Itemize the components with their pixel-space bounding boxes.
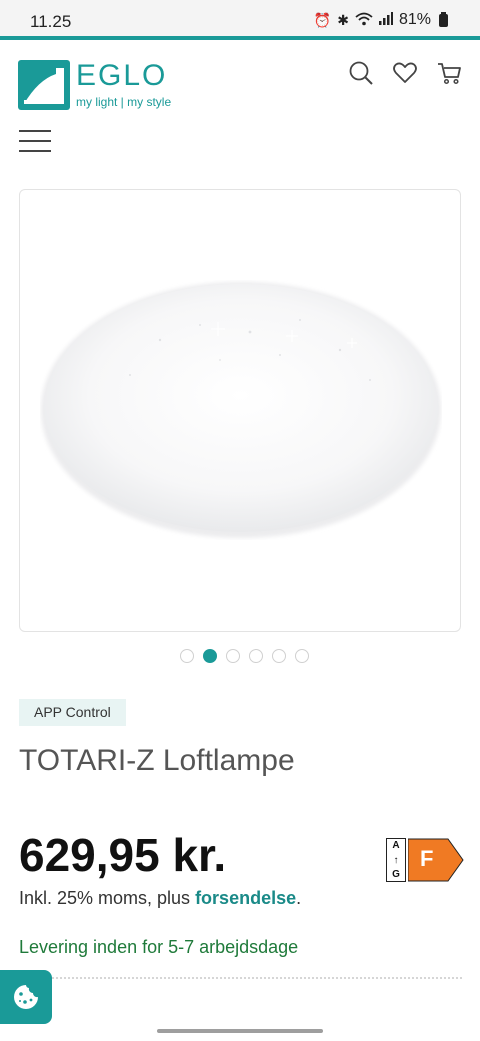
search-icon[interactable] xyxy=(348,60,374,86)
product-price: 629,95 kr. xyxy=(19,829,227,881)
carousel-dot[interactable] xyxy=(226,649,240,663)
energy-class-arrow-icon xyxy=(408,838,464,882)
delivery-info: Levering inden for 5-7 arbejdsdage xyxy=(19,937,299,957)
battery-percent: 81% xyxy=(398,11,431,28)
product-gallery[interactable] xyxy=(19,189,461,632)
home-indicator[interactable] xyxy=(157,1029,323,1033)
bluetooth-icon: ✱ xyxy=(337,11,349,28)
cookie-settings-button[interactable] xyxy=(0,970,52,1024)
status-icons: ⏰ ✱ 81% xyxy=(314,11,448,29)
logo-mark-icon xyxy=(18,60,70,110)
tax-info: Inkl. 25% moms, plus forsendelse. xyxy=(19,888,301,909)
signal-icon xyxy=(378,12,393,28)
carousel-dot[interactable] xyxy=(203,649,217,663)
carousel-dot[interactable] xyxy=(249,649,263,663)
logo-word: EGLO xyxy=(76,59,168,92)
energy-class: F xyxy=(420,846,434,871)
carousel-dots xyxy=(180,649,309,663)
heart-icon[interactable] xyxy=(392,60,418,86)
logo[interactable]: EGLO my light | my style xyxy=(18,60,171,110)
energy-scale-top: A xyxy=(392,840,400,851)
shipping-link[interactable]: forsendelse xyxy=(195,888,296,908)
energy-scale-bottom: G xyxy=(392,869,400,880)
energy-scale: A ↑ G xyxy=(386,838,406,882)
battery-icon xyxy=(439,11,448,27)
cart-icon[interactable] xyxy=(436,60,462,86)
cookie-icon xyxy=(14,985,38,1009)
carousel-dot[interactable] xyxy=(272,649,286,663)
menu-icon[interactable] xyxy=(19,128,51,154)
header-actions xyxy=(348,60,462,86)
logo-tagline: my light | my style xyxy=(76,95,172,109)
tax-text: Inkl. 25% moms, plus xyxy=(19,888,196,908)
energy-scale-arrow-icon: ↑ xyxy=(393,854,399,866)
status-time: 11.25 xyxy=(30,12,72,31)
tax-suffix: . xyxy=(296,888,302,908)
energy-label[interactable]: A ↑ G F xyxy=(386,838,464,882)
divider xyxy=(52,977,462,979)
alarm-icon: ⏰ xyxy=(313,11,332,28)
wifi-icon xyxy=(355,12,373,29)
carousel-dot[interactable] xyxy=(180,649,194,663)
status-bar: 11.25 ⏰ ✱ 81% xyxy=(0,0,480,36)
product-image xyxy=(41,282,441,538)
app-control-badge: APP Control xyxy=(19,699,126,726)
site-header: EGLO my light | my style xyxy=(0,40,480,170)
carousel-dot[interactable] xyxy=(295,649,309,663)
product-title: TOTARI-Z Loftlampe xyxy=(19,744,295,777)
